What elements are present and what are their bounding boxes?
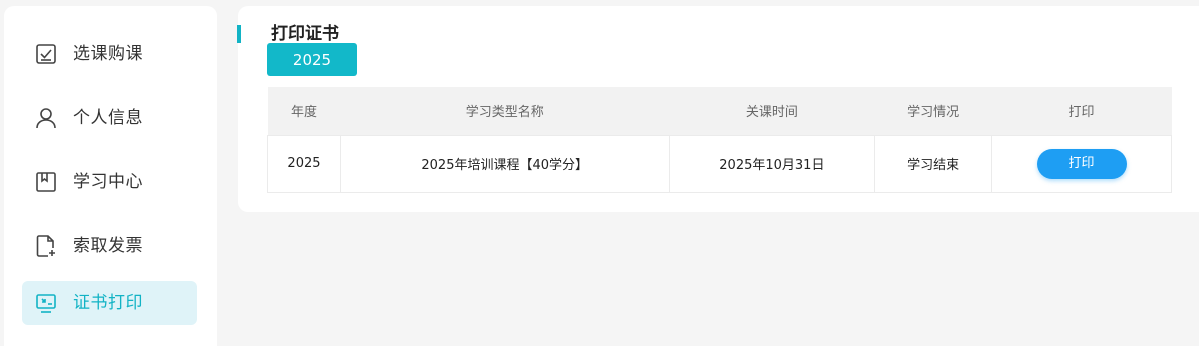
invoice-icon xyxy=(35,235,57,257)
column-header-name: 学习类型名称 xyxy=(340,87,669,135)
cell-year: 2025 xyxy=(267,134,341,193)
sidebar-item-label: 索取发票 xyxy=(73,236,143,256)
sidebar-item-label: 个人信息 xyxy=(73,108,143,128)
sidebar: 选课购课 个人信息 学习中心 索取发票 证书打印 xyxy=(4,6,217,346)
checkbox-icon xyxy=(35,43,57,65)
tab-year-2025[interactable]: 2025 xyxy=(267,43,357,76)
cell-action: 打印 xyxy=(991,134,1172,193)
column-header-close-time: 关课时间 xyxy=(669,87,875,135)
certificate-table: 年度 学习类型名称 关课时间 学习情况 打印 2025 2025年培训课程【40… xyxy=(267,87,1172,193)
table-header-row: 年度 学习类型名称 关课时间 学习情况 打印 xyxy=(267,87,1172,135)
sidebar-item-label: 学习中心 xyxy=(73,172,143,192)
table-row: 2025 2025年培训课程【40学分】 2025年10月31日 学习结束 打印 xyxy=(267,134,1172,193)
book-icon xyxy=(35,171,57,193)
title-accent-bar xyxy=(237,25,241,43)
user-icon xyxy=(35,107,57,129)
sidebar-item-personal-info[interactable]: 个人信息 xyxy=(22,96,197,140)
cell-close-time: 2025年10月31日 xyxy=(668,134,876,193)
sidebar-item-certificate-print[interactable]: 证书打印 xyxy=(22,281,197,325)
print-button[interactable]: 打印 xyxy=(1036,148,1127,179)
column-header-status: 学习情况 xyxy=(874,87,992,135)
cell-name: 2025年培训课程【40学分】 xyxy=(339,134,670,193)
sidebar-item-label: 选课购课 xyxy=(73,44,143,64)
sidebar-item-invoice[interactable]: 索取发票 xyxy=(22,224,197,268)
certificate-icon xyxy=(35,292,57,314)
sidebar-item-course-purchase[interactable]: 选课购课 xyxy=(22,32,197,76)
sidebar-item-label: 证书打印 xyxy=(73,293,143,313)
column-header-print: 打印 xyxy=(991,87,1172,135)
sidebar-item-learning-center[interactable]: 学习中心 xyxy=(22,160,197,204)
cell-status[interactable]: 学习结束 xyxy=(874,134,993,193)
column-header-year: 年度 xyxy=(267,87,341,135)
